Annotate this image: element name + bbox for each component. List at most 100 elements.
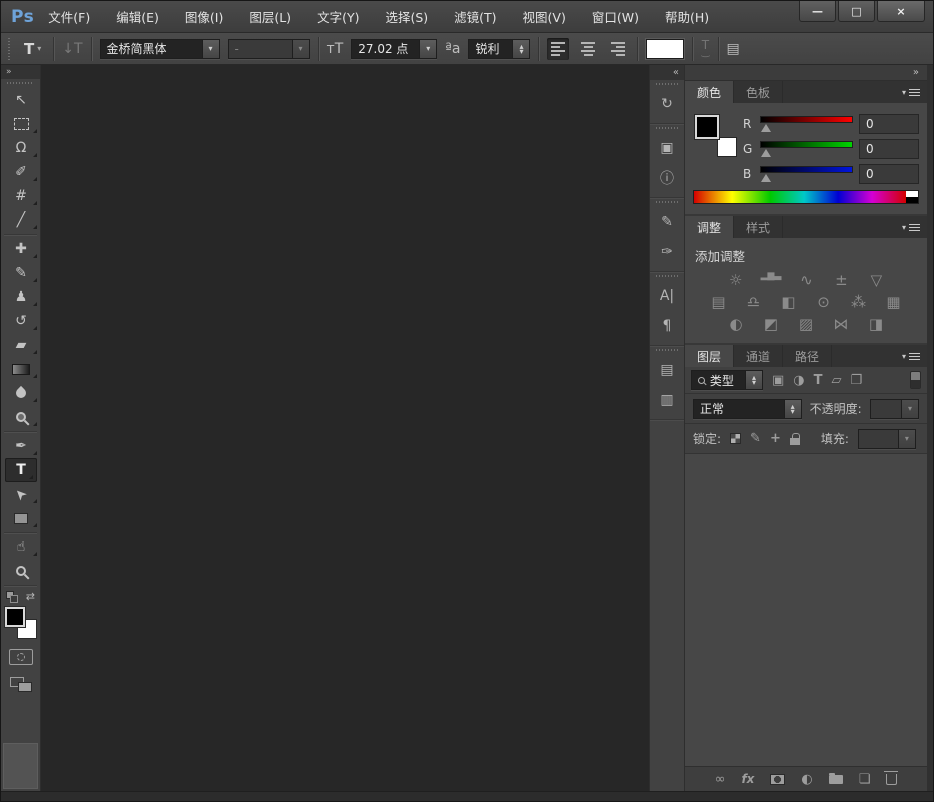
filter-type-layers-icon[interactable]: T <box>814 373 823 388</box>
selective-color-icon[interactable]: ◨ <box>866 315 886 333</box>
invert-icon[interactable]: ◐ <box>726 315 746 333</box>
history-brush-tool[interactable]: ↺ <box>1 309 41 333</box>
new-group-icon[interactable] <box>829 775 843 784</box>
dock-grip[interactable] <box>656 200 678 205</box>
vibrance-icon[interactable]: ▽ <box>866 271 886 289</box>
new-adjustment-layer-icon[interactable]: ◐ <box>801 772 812 787</box>
font-size-select[interactable]: 27.02 点 ▾ <box>351 39 437 59</box>
history-panel-button[interactable]: ↻ <box>650 89 684 119</box>
black-pick[interactable] <box>906 197 918 203</box>
dodge-tool[interactable] <box>1 405 41 429</box>
link-layers-icon[interactable]: ∞ <box>715 772 726 787</box>
add-layer-mask-icon[interactable] <box>770 774 785 785</box>
eyedropper-tool[interactable]: ╱ <box>1 208 41 232</box>
default-colors-icon[interactable] <box>6 591 18 603</box>
screen-mode-button[interactable] <box>10 677 32 692</box>
lock-image-pixels-icon[interactable]: ✎ <box>750 431 761 446</box>
opacity-select[interactable]: ▾ <box>870 399 919 419</box>
panel-dock-collapse-header[interactable]: » <box>685 65 927 81</box>
brush-panel-button[interactable]: ✎ <box>650 207 684 237</box>
options-bar-grip[interactable] <box>7 38 12 60</box>
menu-file[interactable]: 文件(F) <box>48 7 90 26</box>
lock-all-icon[interactable] <box>790 433 800 445</box>
minimize-button[interactable]: — <box>799 1 836 22</box>
quick-mask-button[interactable] <box>9 649 33 665</box>
foreground-color-swatch[interactable] <box>695 115 719 139</box>
anti-alias-select[interactable]: 锐利 ▴▾ <box>468 39 530 59</box>
layer-comps-panel-button[interactable]: ▤ <box>650 355 684 385</box>
threshold-icon[interactable]: ▨ <box>796 315 816 333</box>
tab-paths[interactable]: 路径 <box>783 345 832 367</box>
dock-grip[interactable] <box>656 274 678 279</box>
color-balance-icon[interactable]: ♎ <box>744 293 764 311</box>
stepper-icon[interactable]: ▴▾ <box>512 40 529 58</box>
lock-transparent-pixels-icon[interactable] <box>730 433 741 444</box>
rectangular-marquee-tool[interactable] <box>1 112 41 136</box>
hand-tool[interactable]: ☝ <box>1 535 41 559</box>
foreground-color-swatch[interactable] <box>5 607 25 627</box>
filter-smart-objects-icon[interactable]: ❐ <box>851 373 863 388</box>
levels-icon[interactable]: ▂▆▃ <box>761 271 782 289</box>
type-tool[interactable]: T <box>5 458 37 482</box>
spot-healing-brush-tool[interactable]: ✚ <box>1 237 41 261</box>
font-family-select[interactable]: 金桥简黑体 ▾ <box>100 39 220 59</box>
properties-panel-button[interactable]: ▣ <box>650 133 684 163</box>
text-orientation-toggle-icon[interactable]: ↓T <box>62 41 82 57</box>
color-lookup-icon[interactable]: ▦ <box>884 293 904 311</box>
delete-layer-icon[interactable] <box>886 774 897 785</box>
spectrum-bw-ends[interactable] <box>906 190 919 204</box>
layer-filter-toggle[interactable] <box>910 371 921 389</box>
filter-shape-layers-icon[interactable]: ▱ <box>832 373 842 388</box>
exposure-icon[interactable]: ± <box>831 271 851 289</box>
lasso-tool[interactable]: Ω <box>1 136 41 160</box>
red-slider[interactable] <box>760 113 853 134</box>
align-left-button[interactable] <box>547 38 569 60</box>
tab-layers[interactable]: 图层 <box>685 345 734 367</box>
stepper-icon[interactable]: ▴▾ <box>745 371 762 389</box>
dock-expand-header[interactable]: « <box>650 65 684 80</box>
color-spectrum-ramp[interactable] <box>693 190 906 204</box>
paragraph-panel-button[interactable]: ¶ <box>650 311 684 341</box>
menu-select[interactable]: 选择(S) <box>385 7 428 26</box>
red-track[interactable] <box>760 116 853 123</box>
background-color-swatch[interactable] <box>717 137 737 157</box>
eraser-tool[interactable]: ▰ <box>1 333 41 357</box>
text-color-swatch[interactable] <box>646 39 684 59</box>
gradient-tool[interactable] <box>1 357 41 381</box>
filter-adjustment-layers-icon[interactable]: ◑ <box>793 373 804 388</box>
clone-stamp-tool[interactable]: ♟ <box>1 285 41 309</box>
blend-mode-select[interactable]: 正常 ▴▾ <box>693 399 802 419</box>
character-panel-button[interactable]: A| <box>650 281 684 311</box>
path-selection-tool[interactable]: ➤ <box>1 482 41 506</box>
fill-select[interactable]: ▾ <box>858 429 916 449</box>
blue-value-field[interactable]: 0 <box>859 164 919 184</box>
tab-color[interactable]: 颜色 <box>685 81 734 103</box>
brush-tool[interactable]: ✎ <box>1 261 41 285</box>
photo-filter-icon[interactable]: ⊙ <box>814 293 834 311</box>
curves-icon[interactable]: ∿ <box>796 271 816 289</box>
layer-filter-type-select[interactable]: 类型 ▴▾ <box>691 370 763 390</box>
filter-pixel-layers-icon[interactable]: ▣ <box>772 373 784 388</box>
zoom-tool[interactable] <box>1 559 41 583</box>
quick-selection-tool[interactable]: ✐ <box>1 160 41 184</box>
tab-styles[interactable]: 样式 <box>734 216 783 238</box>
brush-presets-panel-button[interactable]: ✑ <box>650 237 684 267</box>
tab-channels[interactable]: 通道 <box>734 345 783 367</box>
menu-image[interactable]: 图像(I) <box>185 7 223 26</box>
channel-mixer-icon[interactable]: ⁂ <box>849 293 869 311</box>
toggle-character-panel-icon[interactable]: ▤ <box>727 41 740 57</box>
tools-collapse-header[interactable]: » <box>1 65 40 79</box>
tools-grip[interactable] <box>7 81 34 86</box>
info-panel-button[interactable]: ⓘ <box>650 163 684 193</box>
red-value-field[interactable]: 0 <box>859 114 919 134</box>
rectangle-tool[interactable] <box>1 506 41 530</box>
move-tool[interactable]: ↖ <box>1 88 41 112</box>
align-right-button[interactable] <box>607 38 629 60</box>
dock-grip[interactable] <box>656 348 678 353</box>
layer-style-icon[interactable]: fx <box>741 772 754 786</box>
green-value-field[interactable]: 0 <box>859 139 919 159</box>
notes-panel-button[interactable]: ▥ <box>650 385 684 415</box>
menu-layer[interactable]: 图层(L) <box>249 7 291 26</box>
font-style-select[interactable]: - ▾ <box>228 39 310 59</box>
layer-list[interactable] <box>685 454 927 766</box>
